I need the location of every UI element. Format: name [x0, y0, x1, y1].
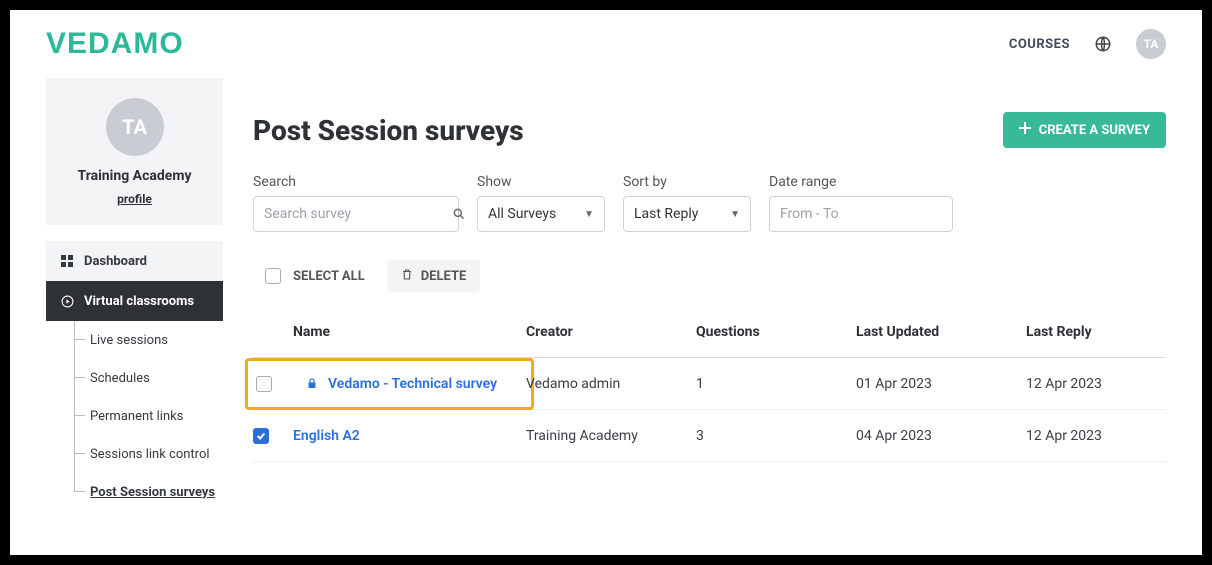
- filter-label: Sort by: [623, 174, 751, 190]
- chevron-down-icon: ▼: [730, 209, 740, 220]
- delete-button[interactable]: DELETE: [387, 260, 481, 292]
- page-title: Post Session surveys: [253, 114, 524, 147]
- sidebar-item-label: Dashboard: [84, 254, 147, 269]
- col-last-updated: Last Updated: [856, 324, 1026, 340]
- sidebar-item-label: Post Session surveys: [90, 485, 215, 500]
- button-label: DELETE: [421, 269, 467, 284]
- row-checkbox-cell: [253, 428, 293, 444]
- sidebar-item-label: Virtual classrooms: [84, 294, 194, 309]
- row-checkbox[interactable]: [256, 376, 272, 392]
- sidebar: TA Training Academy profile Dashboard Vi…: [46, 78, 223, 511]
- globe-icon[interactable]: [1094, 35, 1112, 53]
- lock-icon: [306, 377, 318, 390]
- sidebar-nav: Dashboard Virtual classrooms Live sessio…: [46, 241, 223, 511]
- search-input-wrapper: [253, 196, 459, 232]
- sidebar-item-label: Live sessions: [90, 333, 168, 348]
- filter-label: Show: [477, 174, 605, 190]
- courses-link[interactable]: COURSES: [1009, 37, 1070, 52]
- cell-last-updated: 01 Apr 2023: [856, 376, 1026, 392]
- create-survey-button[interactable]: CREATE A SURVEY: [1003, 112, 1166, 148]
- table-header: Name Creator Questions Last Updated Last…: [253, 306, 1166, 358]
- cell-creator: Training Academy: [526, 428, 696, 444]
- trash-icon: [401, 268, 413, 285]
- sidebar-sub-live-sessions[interactable]: Live sessions: [74, 321, 223, 359]
- col-name: Name: [293, 324, 526, 340]
- search-input[interactable]: [264, 206, 442, 222]
- filter-label: Search: [253, 174, 459, 190]
- search-icon[interactable]: [452, 207, 466, 221]
- filters-row: Search Show All Surveys ▼ Sort by L: [253, 174, 1166, 232]
- survey-name: Vedamo - Technical survey: [328, 376, 497, 392]
- daterange-input[interactable]: [780, 206, 958, 222]
- cell-last-updated: 04 Apr 2023: [856, 428, 1026, 444]
- actions-row: SELECT ALL DELETE: [253, 260, 1166, 292]
- select-all-label: SELECT ALL: [293, 269, 365, 284]
- sidebar-sub-post-session-surveys[interactable]: Post Session surveys: [74, 473, 223, 511]
- col-last-reply: Last Reply: [1026, 324, 1166, 340]
- sidebar-subnav: Live sessions Schedules Permanent links …: [46, 321, 223, 511]
- table-row: Vedamo - Technical survey Vedamo admin 1…: [253, 358, 1166, 410]
- cell-questions: 1: [696, 376, 856, 392]
- main-content: Post Session surveys CREATE A SURVEY Sea…: [253, 78, 1166, 511]
- table-row: English A2 Training Academy 3 04 Apr 202…: [253, 410, 1166, 462]
- sidebar-item-virtual-classrooms[interactable]: Virtual classrooms: [46, 281, 223, 321]
- filter-sort: Sort by Last Reply ▼: [623, 174, 751, 232]
- filter-show: Show All Surveys ▼: [477, 174, 605, 232]
- select-value: Last Reply: [634, 206, 698, 222]
- highlighted-cell: Vedamo - Technical survey: [245, 358, 534, 410]
- profile-card: TA Training Academy profile: [46, 78, 223, 225]
- sidebar-sub-sessions-link-control[interactable]: Sessions link control: [74, 435, 223, 473]
- topbar-right: COURSES TA: [1009, 29, 1166, 59]
- surveys-table: Name Creator Questions Last Updated Last…: [253, 306, 1166, 462]
- checkbox[interactable]: [265, 268, 281, 284]
- select-all-toggle[interactable]: SELECT ALL: [253, 260, 377, 292]
- filter-label: Date range: [769, 174, 953, 190]
- row-checkbox[interactable]: [253, 428, 269, 444]
- chevron-down-icon: ▼: [584, 209, 594, 220]
- col-creator: Creator: [526, 324, 696, 340]
- daterange-input-wrapper: [769, 196, 953, 232]
- survey-name-link[interactable]: English A2: [293, 428, 526, 444]
- grid-icon: [60, 255, 74, 267]
- sort-select[interactable]: Last Reply ▼: [623, 196, 751, 232]
- cell-last-reply: 12 Apr 2023: [1026, 428, 1166, 444]
- sidebar-item-label: Schedules: [90, 371, 150, 386]
- show-select[interactable]: All Surveys ▼: [477, 196, 605, 232]
- cell-creator: Vedamo admin: [526, 376, 696, 392]
- title-row: Post Session surveys CREATE A SURVEY: [253, 112, 1166, 148]
- cell-questions: 3: [696, 428, 856, 444]
- sidebar-sub-schedules[interactable]: Schedules: [74, 359, 223, 397]
- button-label: CREATE A SURVEY: [1039, 123, 1150, 138]
- brand-logo[interactable]: VEDAMO: [46, 27, 184, 61]
- select-value: All Surveys: [488, 206, 556, 222]
- plus-icon: [1019, 122, 1031, 138]
- topbar: VEDAMO COURSES TA: [10, 10, 1202, 78]
- sidebar-sub-permanent-links[interactable]: Permanent links: [74, 397, 223, 435]
- sidebar-item-dashboard[interactable]: Dashboard: [46, 241, 223, 281]
- profile-link[interactable]: profile: [117, 192, 152, 206]
- sidebar-item-label: Permanent links: [90, 409, 183, 424]
- cell-last-reply: 12 Apr 2023: [1026, 376, 1166, 392]
- filter-search: Search: [253, 174, 459, 232]
- filter-daterange: Date range: [769, 174, 953, 232]
- col-questions: Questions: [696, 324, 856, 340]
- survey-name: English A2: [293, 428, 360, 444]
- play-circle-icon: [60, 295, 74, 308]
- org-name: Training Academy: [58, 168, 211, 184]
- sidebar-item-label: Sessions link control: [90, 447, 210, 462]
- avatar[interactable]: TA: [1136, 29, 1166, 59]
- avatar[interactable]: TA: [106, 98, 164, 156]
- survey-name-link[interactable]: Vedamo - Technical survey: [306, 376, 523, 392]
